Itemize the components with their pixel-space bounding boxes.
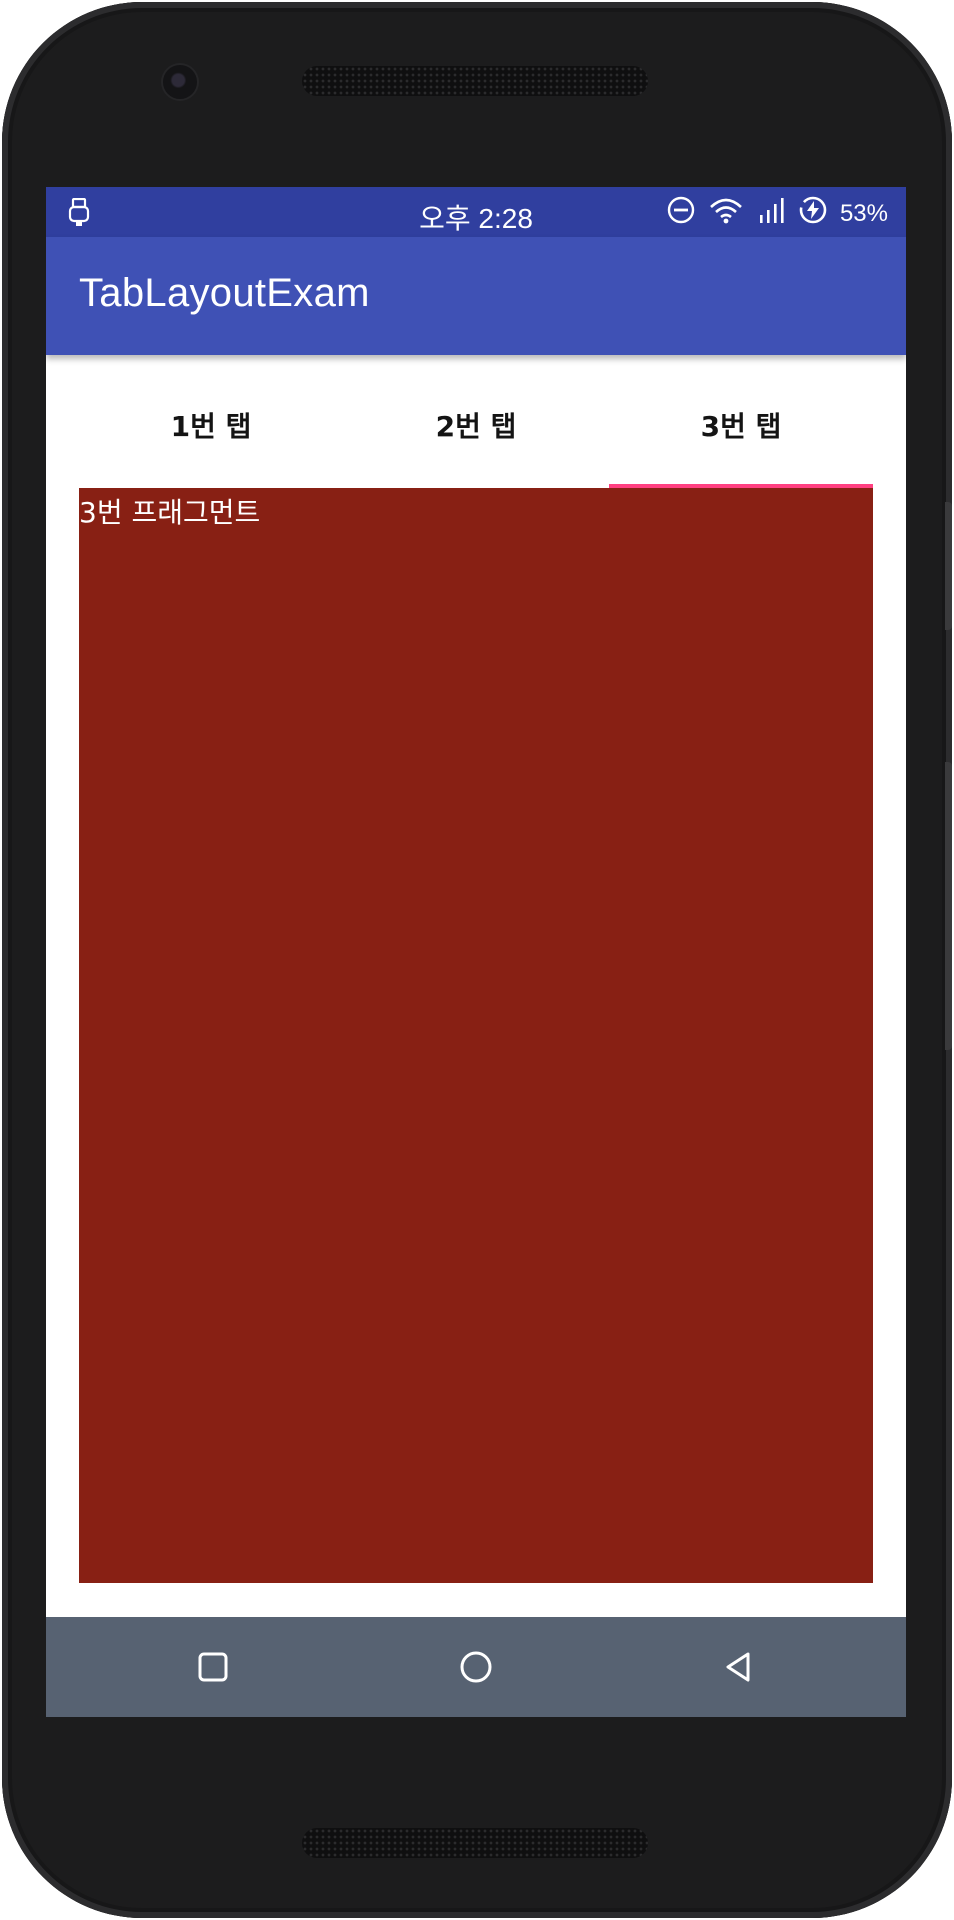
tab-1[interactable]: 1번 탭 <box>79 355 343 495</box>
tab-2[interactable]: 2번 탭 <box>344 355 608 495</box>
app-title: TabLayoutExam <box>79 271 370 315</box>
tab-3-label: 3번 탭 <box>700 410 782 443</box>
app-bar: TabLayoutExam <box>46 237 906 355</box>
battery-percent: 53% <box>839 199 888 227</box>
tab-1-label: 1번 탭 <box>170 410 252 443</box>
recents-icon[interactable] <box>185 1639 241 1695</box>
fragment-text: 3번 프래그먼트 <box>79 496 261 529</box>
wifi-icon <box>708 195 744 232</box>
home-icon[interactable] <box>448 1639 504 1695</box>
front-camera <box>163 65 197 99</box>
signal-icon <box>756 195 786 232</box>
tab-2-label: 2번 탭 <box>435 410 517 443</box>
volume-button <box>945 762 952 1050</box>
do-not-disturb-icon <box>666 195 696 232</box>
battery-charging-icon <box>798 195 828 232</box>
phone-screen: 오후 2:28 53% TabLayoutExam 1번 탭 2번 탭 3번 탭… <box>46 187 906 1717</box>
back-icon[interactable] <box>711 1639 767 1695</box>
status-icons: 53% <box>666 195 888 232</box>
fragment-content-panel: 3번 프래그먼트 <box>79 488 873 1583</box>
phone-frame: 오후 2:28 53% TabLayoutExam 1번 탭 2번 탭 3번 탭… <box>2 2 952 1918</box>
navigation-bar <box>46 1617 906 1717</box>
status-bar: 오후 2:28 53% <box>46 187 906 237</box>
top-speaker-grille <box>302 66 648 96</box>
bottom-speaker-grille <box>302 1828 648 1858</box>
tab-3[interactable]: 3번 탭 <box>609 355 873 495</box>
power-button <box>945 502 952 630</box>
